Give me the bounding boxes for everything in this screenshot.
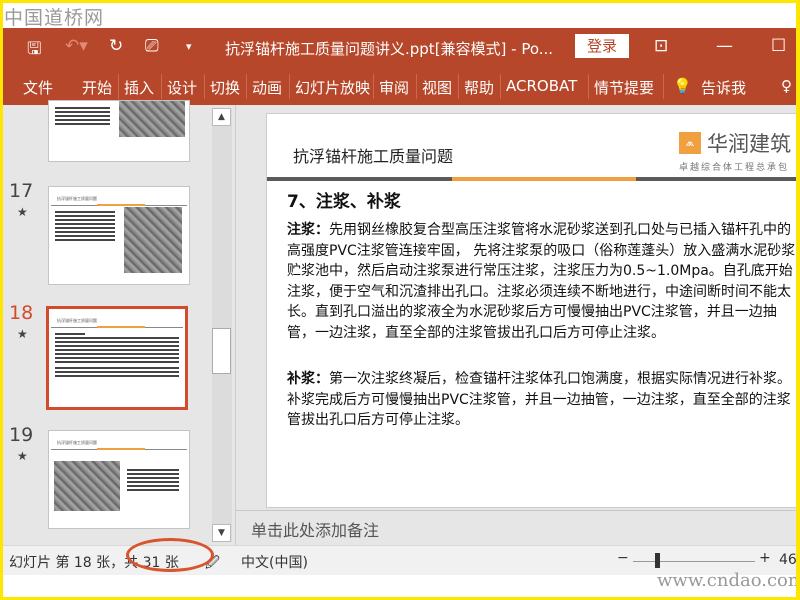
tab-file[interactable]: 文件: [23, 77, 53, 98]
tab-design[interactable]: 设计: [167, 77, 197, 98]
slide-thumbnail-18[interactable]: 抗浮锚杆施工质量问题: [46, 306, 188, 410]
slide-heading: 7、注浆、补浆: [287, 192, 401, 212]
notes-placeholder: 单击此处添加备注: [251, 521, 380, 540]
slide-thumbnail-17[interactable]: 抗浮锚杆施工质量问题: [48, 186, 190, 285]
zoom-out-button[interactable]: −: [617, 550, 629, 566]
title-bar: 🖫 ↶▾ ↻ ⎚ ▾ 抗浮锚杆施工质量问题讲义.ppt[兼容模式] - Po..…: [3, 28, 796, 68]
notes-pane[interactable]: 单击此处添加备注: [236, 510, 797, 545]
tab-transitions[interactable]: 切换: [210, 77, 240, 98]
tab-view[interactable]: 视图: [422, 77, 452, 98]
thumbnail-scrollbar[interactable]: ▲ ▼: [212, 108, 232, 542]
regrouting-paragraph: 补浆：第一次注浆终凝后，检查锚杆注浆体孔口饱满度，根据实际情况进行补浆。 补浆完…: [287, 371, 791, 428]
slide-thumbnail-16[interactable]: [48, 100, 190, 162]
slide-editor: 抗浮锚杆施工质量问题 ⩕ 华润建筑 卓越综合体工程总承包 7、注浆、补浆 注浆：…: [235, 105, 800, 545]
tab-storyboard[interactable]: 情节提要: [594, 77, 654, 98]
customize-icon[interactable]: ▾: [186, 40, 192, 53]
star-icon: ★: [17, 449, 28, 463]
window-title: 抗浮锚杆施工质量问题讲义.ppt[兼容模式] - Po...: [225, 40, 554, 58]
maximize-icon[interactable]: ☐: [771, 36, 786, 56]
share-icon[interactable]: ♀: [781, 77, 792, 95]
tab-acrobat[interactable]: ACROBAT: [506, 77, 577, 95]
tab-animations[interactable]: 动画: [252, 77, 282, 98]
star-icon: ★: [17, 205, 28, 219]
scroll-up-button[interactable]: ▲: [212, 108, 231, 126]
login-button[interactable]: 登录: [575, 34, 629, 58]
tab-insert[interactable]: 插入: [124, 77, 154, 98]
tab-home[interactable]: 开始: [82, 77, 112, 98]
slide-number: 18: [9, 302, 34, 324]
slide-number: 17: [9, 180, 34, 202]
zoom-slider[interactable]: [633, 561, 755, 562]
zoom-slider-thumb[interactable]: [655, 553, 660, 568]
lightbulb-icon: 💡: [673, 77, 692, 95]
minimize-icon[interactable]: —: [716, 36, 733, 56]
zoom-level[interactable]: 46: [779, 552, 797, 568]
slide-thumbnail-19[interactable]: 抗浮锚杆施工质量问题: [48, 430, 190, 529]
tell-me-button[interactable]: 告诉我: [701, 77, 746, 98]
star-icon: ★: [17, 327, 28, 341]
undo-icon[interactable]: ↶▾: [65, 36, 88, 56]
redo-icon[interactable]: ↻: [109, 36, 123, 56]
grouting-paragraph: 注浆：先用钢丝橡胶复合型高压注浆管将水泥砂浆送到孔口处与已插入锚杆孔中的高强度P…: [287, 222, 796, 341]
language[interactable]: 中文(中国): [241, 552, 308, 572]
watermark-bottom: www.cndao.com: [657, 570, 800, 591]
slide-thumbnail-pane: 17 ★ 抗浮锚杆施工质量问题 18 ★ 抗浮锚杆施工质量问题 19 ★ 抗浮锚…: [3, 100, 235, 545]
watermark-top: 中国道桥网: [4, 7, 105, 29]
tab-slideshow[interactable]: 幻灯片放映: [295, 77, 370, 98]
tab-help[interactable]: 帮助: [464, 77, 494, 98]
scrollbar-thumb[interactable]: [212, 328, 231, 374]
present-icon[interactable]: ⎚: [145, 36, 159, 56]
save-icon[interactable]: 🖫: [27, 36, 41, 65]
ribbon-display-icon[interactable]: ⊡: [654, 36, 668, 56]
slide-number: 19: [9, 424, 34, 446]
scroll-down-button[interactable]: ▼: [212, 524, 231, 542]
tab-review[interactable]: 审阅: [379, 77, 409, 98]
slide-header-title: 抗浮锚杆施工质量问题: [293, 147, 454, 166]
annotation-circle: [126, 538, 214, 572]
zoom-in-button[interactable]: +: [759, 550, 771, 566]
current-slide[interactable]: 抗浮锚杆施工质量问题 ⩕ 华润建筑 卓越综合体工程总承包 7、注浆、补浆 注浆：…: [266, 113, 800, 508]
